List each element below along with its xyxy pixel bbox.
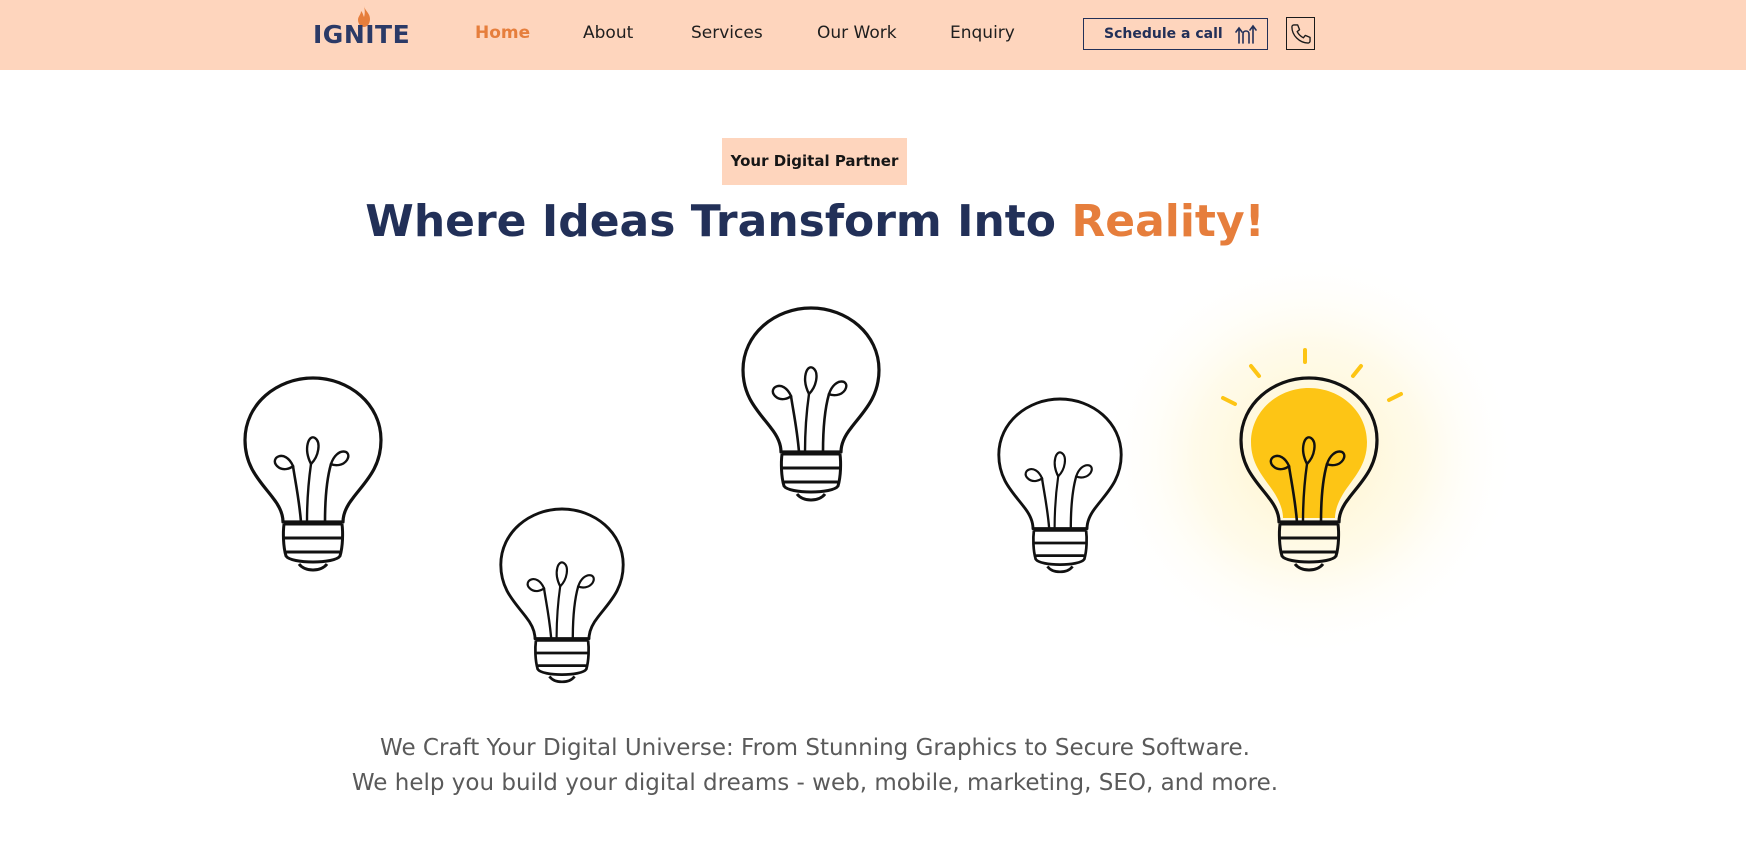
schedule-call-button[interactable]: Schedule a call xyxy=(1083,18,1268,50)
nav-our-work[interactable]: Our Work xyxy=(817,22,897,44)
page: IGNITE Home About Services Our Work Enqu… xyxy=(0,0,1746,867)
phone-icon xyxy=(1291,24,1311,44)
hero-badge: Your Digital Partner xyxy=(722,138,907,185)
lightbulb-illustration xyxy=(243,250,1519,684)
lightbulb-icon xyxy=(741,306,881,502)
logo[interactable]: IGNITE xyxy=(313,6,410,50)
arrows-up-icon xyxy=(1235,24,1257,44)
hero-badge-text: Your Digital Partner xyxy=(730,152,899,170)
site-header: IGNITE Home About Services Our Work Enqu… xyxy=(0,0,1746,70)
hero-tagline-line2: We help you build your digital dreams - … xyxy=(351,770,1279,796)
hero-tagline-line1: We Craft Your Digital Universe: From Stu… xyxy=(380,735,1250,761)
nav-home[interactable]: Home xyxy=(475,22,530,44)
nav-enquiry[interactable]: Enquiry xyxy=(950,22,1015,44)
phone-button[interactable] xyxy=(1286,17,1315,50)
lightbulb-icon xyxy=(243,376,383,572)
logo-text: IGNITE xyxy=(313,20,411,49)
schedule-call-label: Schedule a call xyxy=(1104,26,1223,42)
hero-headline: Where Ideas Transform Into Reality! xyxy=(0,195,1630,249)
nav-about[interactable]: About xyxy=(583,22,633,44)
hero-headline-accent: Reality! xyxy=(1071,196,1265,247)
hero-headline-main: Where Ideas Transform Into xyxy=(365,196,1072,247)
lightbulb-icon xyxy=(499,507,625,684)
nav-services[interactable]: Services xyxy=(691,22,763,44)
